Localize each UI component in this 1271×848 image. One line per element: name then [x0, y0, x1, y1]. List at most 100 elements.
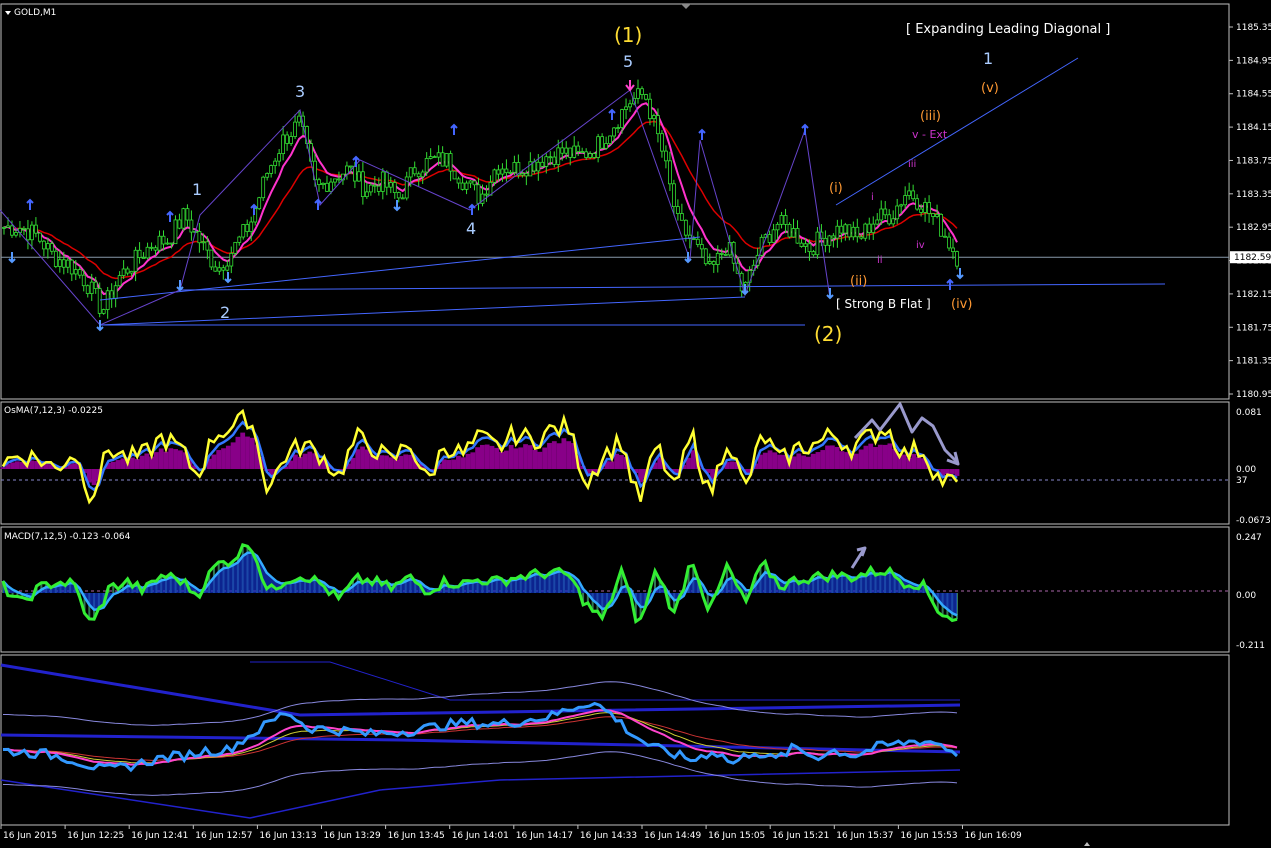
candle-body: [221, 267, 226, 271]
candle-body: [715, 252, 720, 265]
wave-label-1p: (1): [614, 23, 642, 47]
candle-body: [464, 182, 469, 190]
price-tick-label: 1183.35: [1236, 190, 1271, 200]
candle-body: [520, 173, 525, 176]
osma-histogram-bar: [834, 446, 840, 469]
candle-body: [432, 156, 437, 159]
candle-body: [245, 224, 250, 232]
osma-histogram-bar: [911, 453, 917, 469]
candle-body: [915, 198, 920, 210]
osma-histogram-bar: [561, 438, 567, 469]
osma-histogram-bar: [523, 444, 528, 469]
candle-body: [444, 153, 449, 167]
candle-body: [209, 249, 214, 268]
candle-body: [771, 229, 776, 243]
candle-body: [652, 115, 656, 120]
candle-body: [468, 180, 473, 184]
candle-body: [851, 226, 856, 238]
osma-histogram-bar: [868, 443, 874, 469]
time-tick-label: 16 Jun 16:09: [965, 831, 1022, 841]
candle-body: [77, 269, 82, 276]
osma-histogram-bar: [393, 459, 399, 469]
bands-panel[interactable]: [0, 654, 1230, 826]
candle-body: [273, 160, 278, 166]
candle-body: [412, 167, 417, 175]
candle-body: [552, 156, 557, 165]
candle-body: [297, 115, 301, 123]
osma-histogram-bar: [619, 455, 624, 469]
osma-histogram-bar: [10, 462, 15, 469]
wave-label-iii: iii: [908, 159, 916, 170]
candle-body: [177, 219, 182, 229]
candle-body: [157, 235, 162, 251]
osma-histogram-bar: [441, 459, 447, 469]
osma-histogram-bar: [451, 459, 457, 469]
candle-body: [237, 236, 242, 243]
osma-histogram-bar: [384, 455, 389, 469]
osma-histogram-bar: [825, 445, 830, 469]
osma-histogram-bar: [805, 456, 811, 469]
candle-body: [145, 246, 150, 259]
candle-body: [289, 136, 293, 144]
candle-body: [620, 109, 624, 128]
candle-body: [791, 228, 796, 238]
price-panel[interactable]: [0, 3, 1230, 400]
osma-histogram-bar: [240, 432, 246, 469]
candle-body: [456, 178, 461, 184]
time-tick-label: 16 Jun 14:33: [580, 831, 637, 841]
candle-body: [400, 197, 405, 200]
candle-body: [33, 224, 38, 234]
candle-body: [321, 182, 325, 185]
candle-body: [556, 147, 561, 165]
osma-tick-label: -0.0673: [1236, 516, 1271, 526]
wave-label-iv-paren: (iv): [951, 297, 972, 312]
candle-body: [61, 259, 66, 268]
candle-body: [548, 156, 553, 159]
candle-body: [484, 193, 489, 196]
candle-body: [105, 290, 110, 310]
candle-body: [699, 244, 704, 250]
candle-body: [939, 213, 943, 237]
candle-body: [604, 143, 609, 149]
candle-body: [257, 197, 262, 210]
candle-body: [767, 234, 772, 243]
candle-body: [388, 182, 393, 188]
osma-histogram-bar: [388, 457, 394, 469]
candle-body: [217, 267, 222, 272]
candle-body: [895, 205, 900, 220]
candle-body: [628, 103, 632, 108]
candle-body: [85, 285, 90, 294]
candle-body: [660, 133, 664, 152]
candle-body: [424, 158, 429, 173]
osma-histogram-bar: [110, 461, 116, 469]
candle-body: [847, 224, 852, 238]
candle-body: [333, 178, 337, 183]
candle-body: [65, 259, 70, 268]
candle-body: [512, 162, 517, 173]
osma-histogram-bar: [690, 450, 696, 469]
chart-symbol-title: GOLD,M1: [14, 8, 56, 18]
candle-body: [472, 180, 477, 186]
candle-body: [524, 173, 529, 177]
candle-body: [795, 228, 800, 244]
candle-body: [787, 224, 792, 238]
candle-body: [683, 219, 688, 236]
candle-body: [679, 213, 684, 221]
osma-histogram-bar: [364, 449, 370, 469]
osma-histogram-bar: [537, 451, 543, 469]
osma-histogram-bar: [547, 442, 552, 469]
osma-histogram-bar: [154, 452, 159, 469]
osma-histogram-bar: [877, 444, 883, 469]
candle-body: [129, 270, 134, 274]
wave-label-ii-paren: (ii): [850, 274, 867, 289]
price-tick-label: 1182.95: [1236, 223, 1271, 233]
candle-body: [349, 165, 353, 168]
wave-label-2: 2: [220, 303, 230, 322]
trading-chart: GOLD,M1 1185.35 1184.95 1184.55 1184.15 1183…: [0, 3, 1271, 846]
candle-body: [775, 223, 780, 231]
candle-body: [229, 252, 234, 267]
candle-body: [540, 161, 545, 167]
candle-body: [584, 151, 589, 158]
candle-body: [636, 88, 640, 99]
candle-body: [668, 160, 672, 185]
